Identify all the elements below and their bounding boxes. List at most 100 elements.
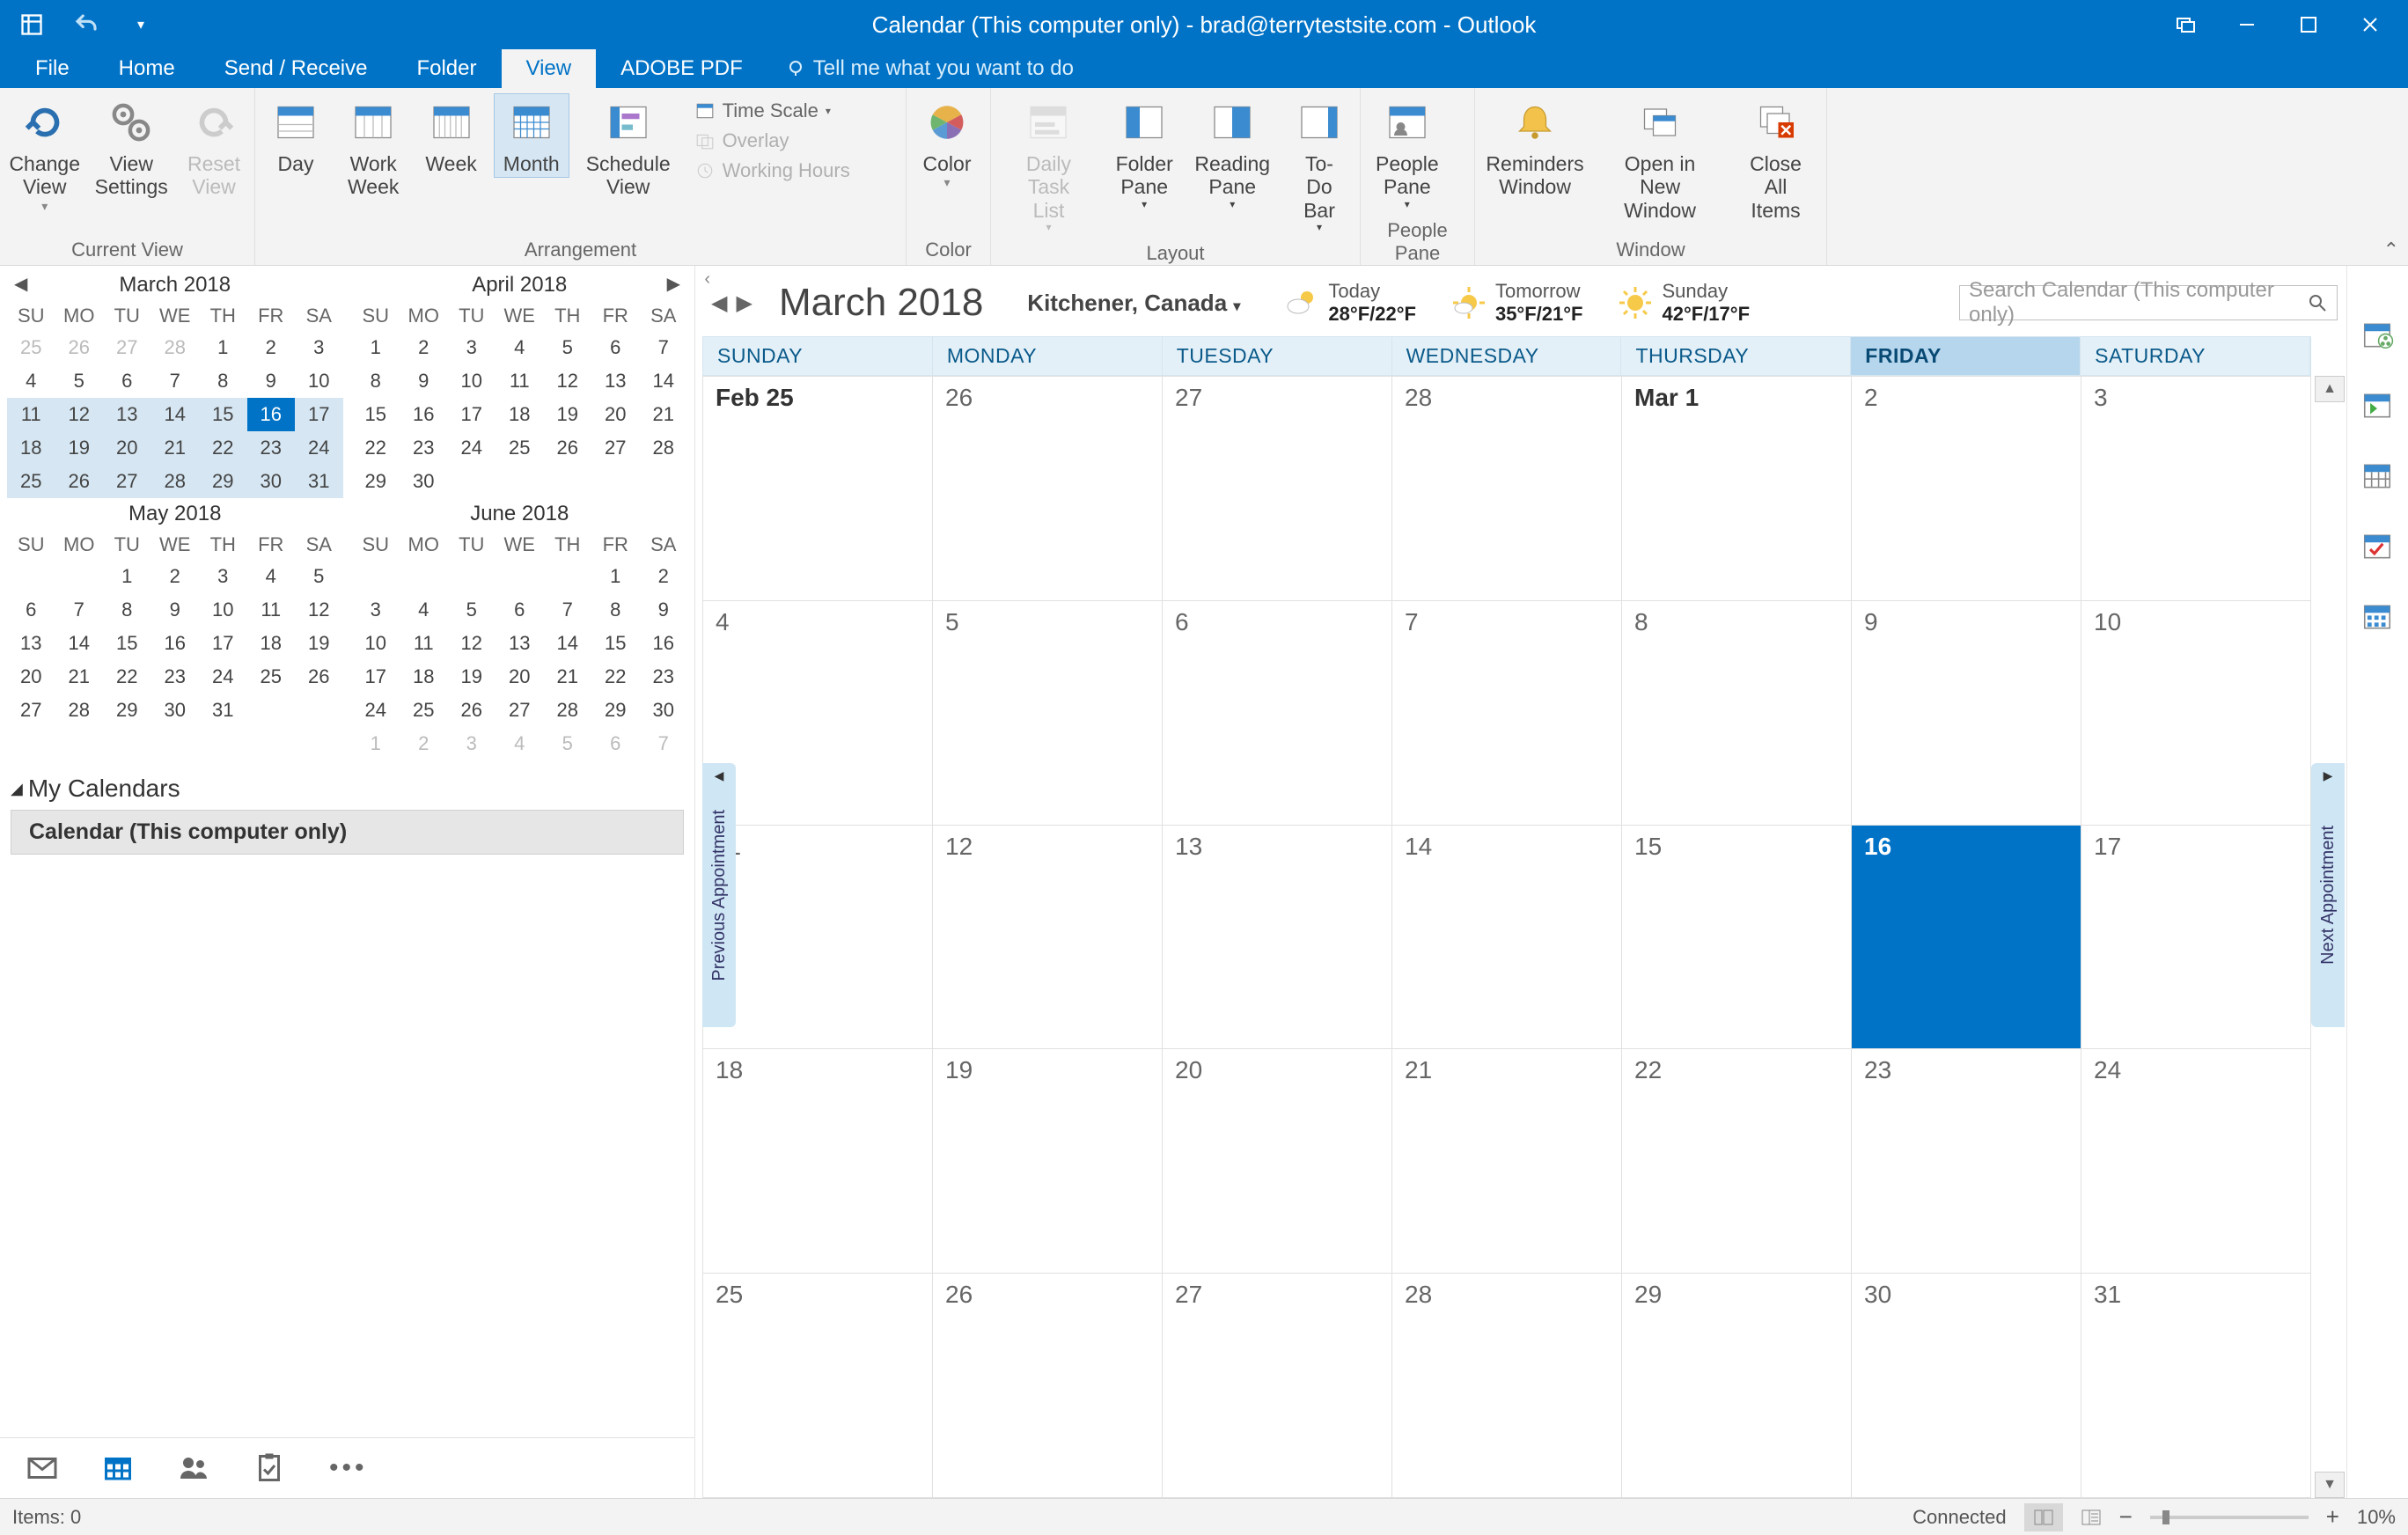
- mini-cal-day[interactable]: 22: [103, 660, 151, 694]
- mini-cal-day[interactable]: 6: [103, 364, 151, 398]
- next-appointment-tab[interactable]: ▶ Next Appointment: [2311, 763, 2345, 1027]
- mini-cal-day[interactable]: 19: [448, 660, 496, 694]
- mini-cal-day[interactable]: 17: [352, 660, 400, 694]
- calendar-cell[interactable]: 5: [933, 601, 1163, 826]
- calendar-cell[interactable]: 28: [1392, 1274, 1622, 1498]
- mini-cal-day[interactable]: 1: [352, 727, 400, 760]
- mini-cal-day[interactable]: 29: [591, 694, 640, 727]
- mini-cal-day[interactable]: 13: [591, 364, 640, 398]
- mini-cal-day[interactable]: 5: [55, 364, 104, 398]
- mini-cal-day[interactable]: 2: [400, 727, 448, 760]
- mini-cal-day[interactable]: 1: [352, 331, 400, 364]
- close-button[interactable]: [2339, 0, 2401, 49]
- mini-cal-day[interactable]: [247, 694, 296, 727]
- view-reading-icon[interactable]: [2081, 1509, 2102, 1526]
- calendar-list-item[interactable]: Calendar (This computer only): [11, 810, 684, 855]
- mail-nav-icon[interactable]: [26, 1452, 58, 1484]
- day-button[interactable]: Day: [261, 93, 331, 178]
- mini-cal-day[interactable]: 5: [544, 331, 592, 364]
- mini-cal-day[interactable]: 15: [352, 398, 400, 431]
- rail-prev-cal-icon[interactable]: [2360, 389, 2396, 424]
- mini-cal-day[interactable]: 9: [400, 364, 448, 398]
- mini-cal-day[interactable]: 31: [199, 694, 247, 727]
- mini-cal-day[interactable]: 24: [448, 431, 496, 465]
- mini-cal-day[interactable]: 29: [352, 465, 400, 498]
- mini-cal-day[interactable]: 1: [199, 331, 247, 364]
- calendar-cell[interactable]: 14: [1392, 826, 1622, 1050]
- mini-cal-day[interactable]: 10: [199, 593, 247, 627]
- mini-cal-day[interactable]: 22: [199, 431, 247, 465]
- calendar-cell[interactable]: 26: [933, 1274, 1163, 1498]
- mini-cal-day[interactable]: 25: [496, 431, 544, 465]
- mini-cal-day[interactable]: 9: [640, 593, 688, 627]
- mini-cal-day[interactable]: 26: [448, 694, 496, 727]
- mini-cal-day[interactable]: 10: [352, 627, 400, 660]
- mini-cal-day[interactable]: 20: [7, 660, 55, 694]
- rail-tasks-icon[interactable]: [2360, 530, 2396, 565]
- menu-adobe-pdf[interactable]: ADOBE PDF: [596, 49, 767, 88]
- mini-cal-day[interactable]: [496, 560, 544, 593]
- mini-cal-day[interactable]: 11: [496, 364, 544, 398]
- change-view-button[interactable]: Change View ▾: [5, 93, 84, 216]
- mini-cal-day[interactable]: 18: [496, 398, 544, 431]
- next-month-icon[interactable]: ▶: [736, 290, 752, 316]
- prev-month-icon[interactable]: ◀: [711, 290, 727, 316]
- calendar-cell[interactable]: 19: [933, 1049, 1163, 1274]
- rail-month-icon[interactable]: [2360, 600, 2396, 635]
- mini-cal-day[interactable]: [640, 465, 688, 498]
- mini-cal-day[interactable]: 25: [400, 694, 448, 727]
- mini-cal-day[interactable]: 23: [151, 660, 200, 694]
- calendar-cell[interactable]: 6: [1163, 601, 1392, 826]
- mini-cal-day[interactable]: 9: [247, 364, 296, 398]
- mini-cal-day[interactable]: 16: [247, 398, 296, 431]
- mini-cal-day[interactable]: 11: [7, 398, 55, 431]
- daily-task-list-button[interactable]: Daily Task List▾: [996, 93, 1101, 237]
- mini-cal-day[interactable]: 7: [151, 364, 200, 398]
- calendar-grid[interactable]: Feb 25262728Mar 123456789101112131415161…: [702, 376, 2311, 1498]
- mini-cal-day[interactable]: 17: [199, 627, 247, 660]
- mini-cal-day[interactable]: 30: [247, 465, 296, 498]
- minimize-button[interactable]: [2216, 0, 2278, 49]
- mini-cal-day[interactable]: 4: [496, 727, 544, 760]
- mini-cal-day[interactable]: 28: [151, 465, 200, 498]
- mini-cal-day[interactable]: 5: [544, 727, 592, 760]
- calendar-cell[interactable]: 30: [1852, 1274, 2081, 1498]
- mini-cal-day[interactable]: 5: [448, 593, 496, 627]
- mini-cal-day[interactable]: [496, 465, 544, 498]
- mini-cal-day[interactable]: 2: [640, 560, 688, 593]
- mini-cal-day[interactable]: 19: [295, 627, 343, 660]
- mini-cal-day[interactable]: 2: [400, 331, 448, 364]
- mini-cal-day[interactable]: 8: [591, 593, 640, 627]
- calendar-cell[interactable]: 31: [2081, 1274, 2311, 1498]
- view-settings-button[interactable]: View Settings: [91, 93, 172, 202]
- mini-cal-day[interactable]: 5: [295, 560, 343, 593]
- mini-cal-day[interactable]: 18: [400, 660, 448, 694]
- mini-cal-day[interactable]: 24: [352, 694, 400, 727]
- mini-cal-day[interactable]: 10: [448, 364, 496, 398]
- mini-cal-day[interactable]: 7: [544, 593, 592, 627]
- mini-cal-day[interactable]: 22: [352, 431, 400, 465]
- reading-pane-button[interactable]: Reading Pane▾: [1187, 93, 1277, 214]
- mini-calendar[interactable]: May 2018SUMOTUWETHFRSA123456789101112131…: [7, 498, 343, 760]
- calendar-cell[interactable]: Mar 1: [1622, 377, 1852, 601]
- mini-cal-day[interactable]: 21: [544, 660, 592, 694]
- mini-cal-day[interactable]: 1: [103, 560, 151, 593]
- scroll-up-icon[interactable]: ▲: [2315, 376, 2345, 402]
- mini-cal-day[interactable]: 23: [400, 431, 448, 465]
- mini-cal-day[interactable]: 26: [55, 331, 104, 364]
- qat-dropdown-icon[interactable]: ▾: [127, 11, 155, 39]
- month-button[interactable]: Month: [494, 93, 569, 178]
- calendar-cell[interactable]: 21: [1392, 1049, 1622, 1274]
- mini-cal-day[interactable]: 27: [103, 465, 151, 498]
- tell-me-search[interactable]: Tell me what you want to do: [767, 49, 1074, 88]
- mini-cal-day[interactable]: 22: [591, 660, 640, 694]
- mini-cal-day[interactable]: 19: [544, 398, 592, 431]
- calendar-cell[interactable]: 9: [1852, 601, 2081, 826]
- menu-folder[interactable]: Folder: [392, 49, 501, 88]
- mini-cal-day[interactable]: 17: [295, 398, 343, 431]
- calendar-cell[interactable]: 25: [703, 1274, 933, 1498]
- calendar-cell[interactable]: 28: [1392, 377, 1622, 601]
- mini-cal-day[interactable]: 11: [400, 627, 448, 660]
- mini-cal-day[interactable]: 12: [55, 398, 104, 431]
- mini-cal-day[interactable]: 7: [55, 593, 104, 627]
